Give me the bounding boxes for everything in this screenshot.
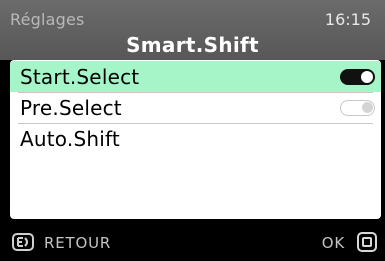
menu-item-start-select[interactable]: Start.Select	[10, 61, 381, 92]
back-button[interactable]: RETOUR	[44, 234, 111, 252]
ok-square-icon[interactable]	[357, 232, 377, 252]
pre-select-toggle[interactable]	[340, 100, 375, 116]
clock: 16:15	[324, 10, 371, 29]
page-title: Smart.Shift	[126, 33, 259, 57]
header: Réglages 16:15 Smart.Shift	[0, 0, 385, 60]
device-screen: Réglages 16:15 Smart.Shift Start.Select …	[0, 0, 385, 261]
toggle-knob	[362, 102, 373, 113]
menu-item-label: Pre.Select	[20, 96, 122, 120]
footer-bar: RETOUR OK	[0, 225, 385, 261]
menu-item-auto-shift[interactable]: Auto.Shift	[10, 123, 381, 154]
menu-list: Start.Select Pre.Select Auto.Shift	[10, 60, 381, 219]
toggle-knob	[361, 71, 373, 83]
back-icon[interactable]	[12, 233, 34, 251]
menu-item-label: Auto.Shift	[20, 127, 120, 151]
menu-item-pre-select[interactable]: Pre.Select	[10, 92, 381, 123]
menu-item-label: Start.Select	[20, 65, 140, 89]
ok-button[interactable]: OK	[322, 234, 345, 252]
breadcrumb[interactable]: Réglages	[10, 10, 85, 29]
start-select-toggle[interactable]	[340, 69, 375, 85]
